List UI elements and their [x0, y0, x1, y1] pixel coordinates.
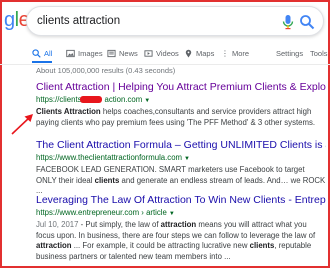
- result-snippet: FACEBOOK LEAD GENERATION. SMART marketer…: [36, 165, 326, 197]
- tab-news[interactable]: News: [107, 43, 138, 63]
- url-part: https://clients: [36, 95, 82, 104]
- search-result: Client Attraction | Helping You Attract …: [36, 81, 326, 128]
- result-snippet: Jul 10, 2017 - Put simply, the law of at…: [36, 220, 326, 262]
- search-tabs: All Images News Videos Maps ⋮ More Setti…: [28, 43, 328, 63]
- tab-images[interactable]: Images: [66, 43, 103, 63]
- result-url[interactable]: https://www.entrepreneur.com › article ▼: [36, 207, 326, 220]
- tab-settings[interactable]: Settings: [276, 43, 303, 63]
- red-scribble-redaction: [80, 96, 102, 103]
- search-result: Leveraging The Law Of Attraction To Win …: [36, 194, 326, 262]
- tab-label: All: [44, 48, 53, 58]
- result-snippet: Clients Attraction helps coaches,consult…: [36, 107, 326, 128]
- tab-label: Tools: [310, 48, 328, 58]
- snippet-bold: attraction: [160, 220, 197, 229]
- snippet-text: ... For example, it could be attracting …: [71, 241, 250, 250]
- image-icon: [66, 49, 75, 57]
- search-box[interactable]: clients attraction: [26, 6, 324, 36]
- chevron-down-icon[interactable]: ▼: [169, 211, 175, 217]
- snippet-bold: Clients Attraction: [36, 107, 101, 116]
- result-date: Jul 10, 2017: [36, 220, 79, 229]
- tab-label: Videos: [156, 48, 179, 58]
- microphone-icon[interactable]: [281, 14, 295, 30]
- tab-label: Images: [78, 48, 103, 58]
- tab-label: Maps: [196, 48, 215, 58]
- map-pin-icon: [185, 49, 192, 58]
- search-icon: [32, 48, 41, 58]
- tab-label: More: [232, 48, 250, 58]
- tab-label: News: [119, 48, 138, 58]
- search-icon[interactable]: [299, 14, 315, 30]
- snippet-text: - Put simply, the law of: [78, 220, 161, 229]
- snippet-bold: clients: [249, 241, 275, 250]
- result-url[interactable]: https://www.theclientattractionformula.c…: [36, 152, 326, 165]
- more-icon: ⋮: [221, 48, 229, 58]
- search-input[interactable]: clients attraction: [37, 15, 120, 27]
- tabs-divider: [0, 64, 330, 65]
- url-text: https://www.entrepreneur.com › article: [36, 208, 167, 217]
- video-icon: [144, 49, 153, 57]
- snippet-bold: attraction: [36, 241, 72, 250]
- red-annotation-arrow: [11, 114, 33, 135]
- result-title-link[interactable]: The Client Attraction Formula – Getting …: [36, 139, 326, 152]
- tab-tools[interactable]: Tools: [310, 43, 328, 63]
- snippet-bold: clients: [94, 175, 120, 185]
- tab-maps[interactable]: Maps: [184, 43, 214, 63]
- url-text: https://www.theclientattractionformula.c…: [36, 153, 183, 162]
- search-result: The Client Attraction Formula – Getting …: [36, 139, 326, 197]
- tab-videos[interactable]: Videos: [144, 43, 179, 63]
- url-part: action.com: [104, 95, 143, 104]
- tab-label: Settings: [276, 48, 304, 58]
- chevron-down-icon[interactable]: ▼: [144, 98, 150, 104]
- news-icon: [107, 49, 116, 57]
- tab-more[interactable]: ⋮ More: [221, 43, 249, 63]
- result-title-link[interactable]: Leveraging The Law Of Attraction To Win …: [36, 194, 326, 207]
- result-title-link[interactable]: Client Attraction | Helping You Attract …: [36, 81, 326, 94]
- tab-all[interactable]: All: [32, 43, 53, 63]
- result-stats: About 105,000,000 results (0.43 seconds): [36, 66, 176, 75]
- chevron-down-icon[interactable]: ▼: [184, 156, 190, 162]
